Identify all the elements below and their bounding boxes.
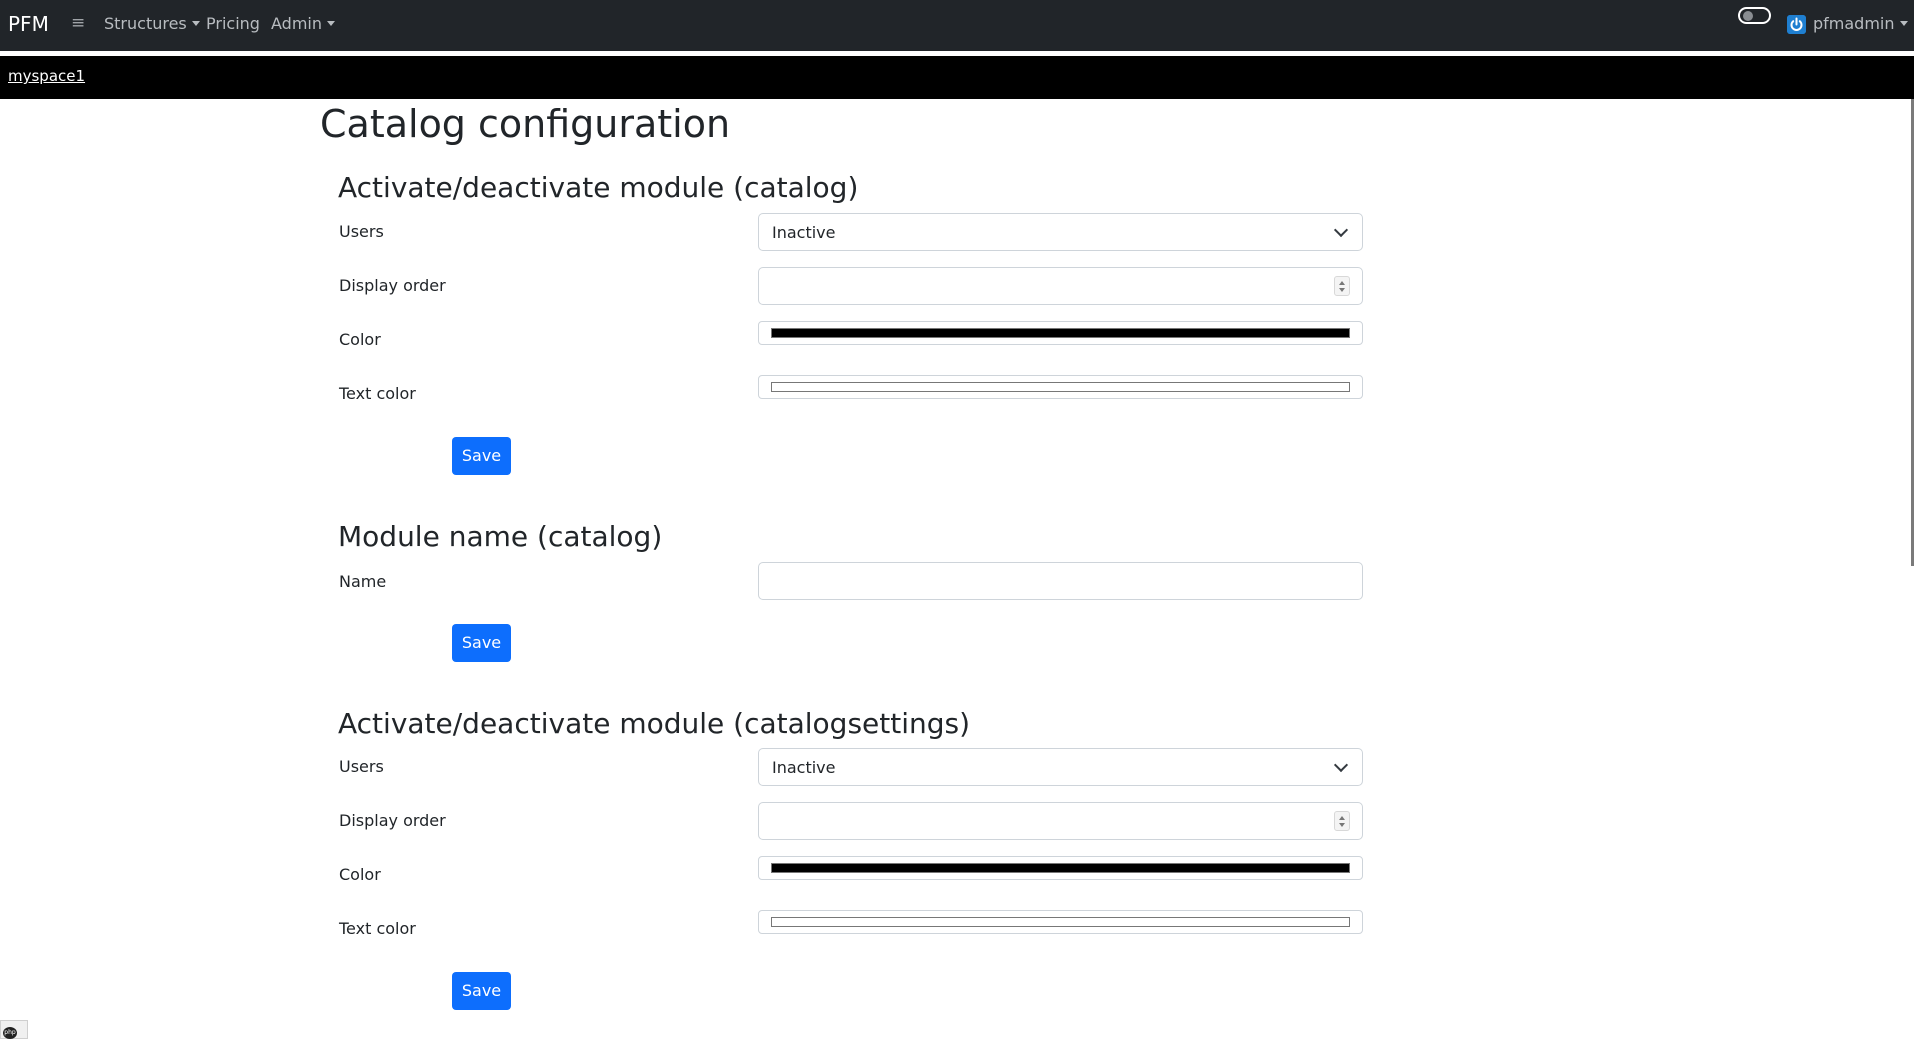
- nav-admin-label: Admin: [271, 14, 322, 33]
- section-title-catalog-activation: Activate/deactivate module (catalog): [338, 171, 859, 204]
- caret-down-icon: [1899, 21, 1908, 26]
- nav-structures-dropdown[interactable]: Structures: [104, 14, 200, 33]
- section-title-module-name: Module name (catalog): [338, 520, 663, 553]
- name-input[interactable]: [758, 562, 1363, 600]
- text-color-label: Text color: [339, 384, 416, 403]
- text-color-picker[interactable]: [758, 910, 1363, 934]
- caret-down-icon: [327, 21, 335, 26]
- users-select[interactable]: Inactive: [758, 748, 1363, 786]
- top-navbar: PFM ≡ Structures Pricing Admin pfmadmin: [0, 0, 1914, 51]
- display-order-label: Display order: [339, 276, 446, 295]
- php-icon[interactable]: php: [0, 1020, 28, 1039]
- text-color-picker[interactable]: [758, 375, 1363, 399]
- color-label: Color: [339, 330, 381, 349]
- save-button[interactable]: Save: [452, 624, 511, 662]
- users-select[interactable]: Inactive: [758, 213, 1363, 251]
- text-color-swatch: [771, 382, 1350, 392]
- toggle-knob: [1743, 11, 1753, 21]
- spinner-down-icon: [1339, 823, 1345, 827]
- name-label: Name: [339, 572, 387, 591]
- color-swatch: [771, 863, 1350, 873]
- space-bar: myspace1: [0, 56, 1914, 99]
- save-button[interactable]: Save: [452, 437, 511, 475]
- color-swatch: [771, 328, 1350, 338]
- nav-pricing-link[interactable]: Pricing: [206, 14, 260, 33]
- color-picker[interactable]: [758, 321, 1363, 345]
- spinner-up-icon: [1339, 816, 1345, 820]
- php-badge-label: php: [3, 1027, 17, 1039]
- users-label: Users: [339, 757, 384, 776]
- user-name-label: pfmadmin: [1813, 14, 1895, 33]
- page-title: Catalog configuration: [320, 102, 731, 146]
- space-link[interactable]: myspace1: [8, 67, 85, 85]
- theme-toggle-switch[interactable]: [1738, 7, 1771, 24]
- users-label: Users: [339, 222, 384, 241]
- chevron-down-icon: [1333, 222, 1349, 238]
- display-order-label: Display order: [339, 811, 446, 830]
- nav-admin-dropdown[interactable]: Admin: [271, 14, 335, 33]
- user-name: pfmadmin: [1813, 14, 1908, 33]
- nav-structures-label: Structures: [104, 14, 187, 33]
- hamburger-icon[interactable]: ≡: [71, 13, 85, 33]
- color-picker[interactable]: [758, 856, 1363, 880]
- users-select-value: Inactive: [772, 758, 836, 777]
- display-order-input[interactable]: [758, 802, 1363, 840]
- section-title-catalogsettings-activation: Activate/deactivate module (catalogsetti…: [338, 707, 971, 740]
- number-spinner[interactable]: [1334, 811, 1350, 831]
- text-color-swatch: [771, 917, 1350, 927]
- save-button[interactable]: Save: [452, 972, 511, 1010]
- color-label: Color: [339, 865, 381, 884]
- power-icon: [1787, 15, 1806, 34]
- display-order-input[interactable]: [758, 267, 1363, 305]
- users-select-value: Inactive: [772, 223, 836, 242]
- brand-link[interactable]: PFM: [8, 12, 49, 36]
- chevron-down-icon: [1333, 757, 1349, 773]
- number-spinner[interactable]: [1334, 276, 1350, 296]
- text-color-label: Text color: [339, 919, 416, 938]
- spinner-down-icon: [1339, 288, 1345, 292]
- spinner-up-icon: [1339, 281, 1345, 285]
- caret-down-icon: [191, 21, 200, 26]
